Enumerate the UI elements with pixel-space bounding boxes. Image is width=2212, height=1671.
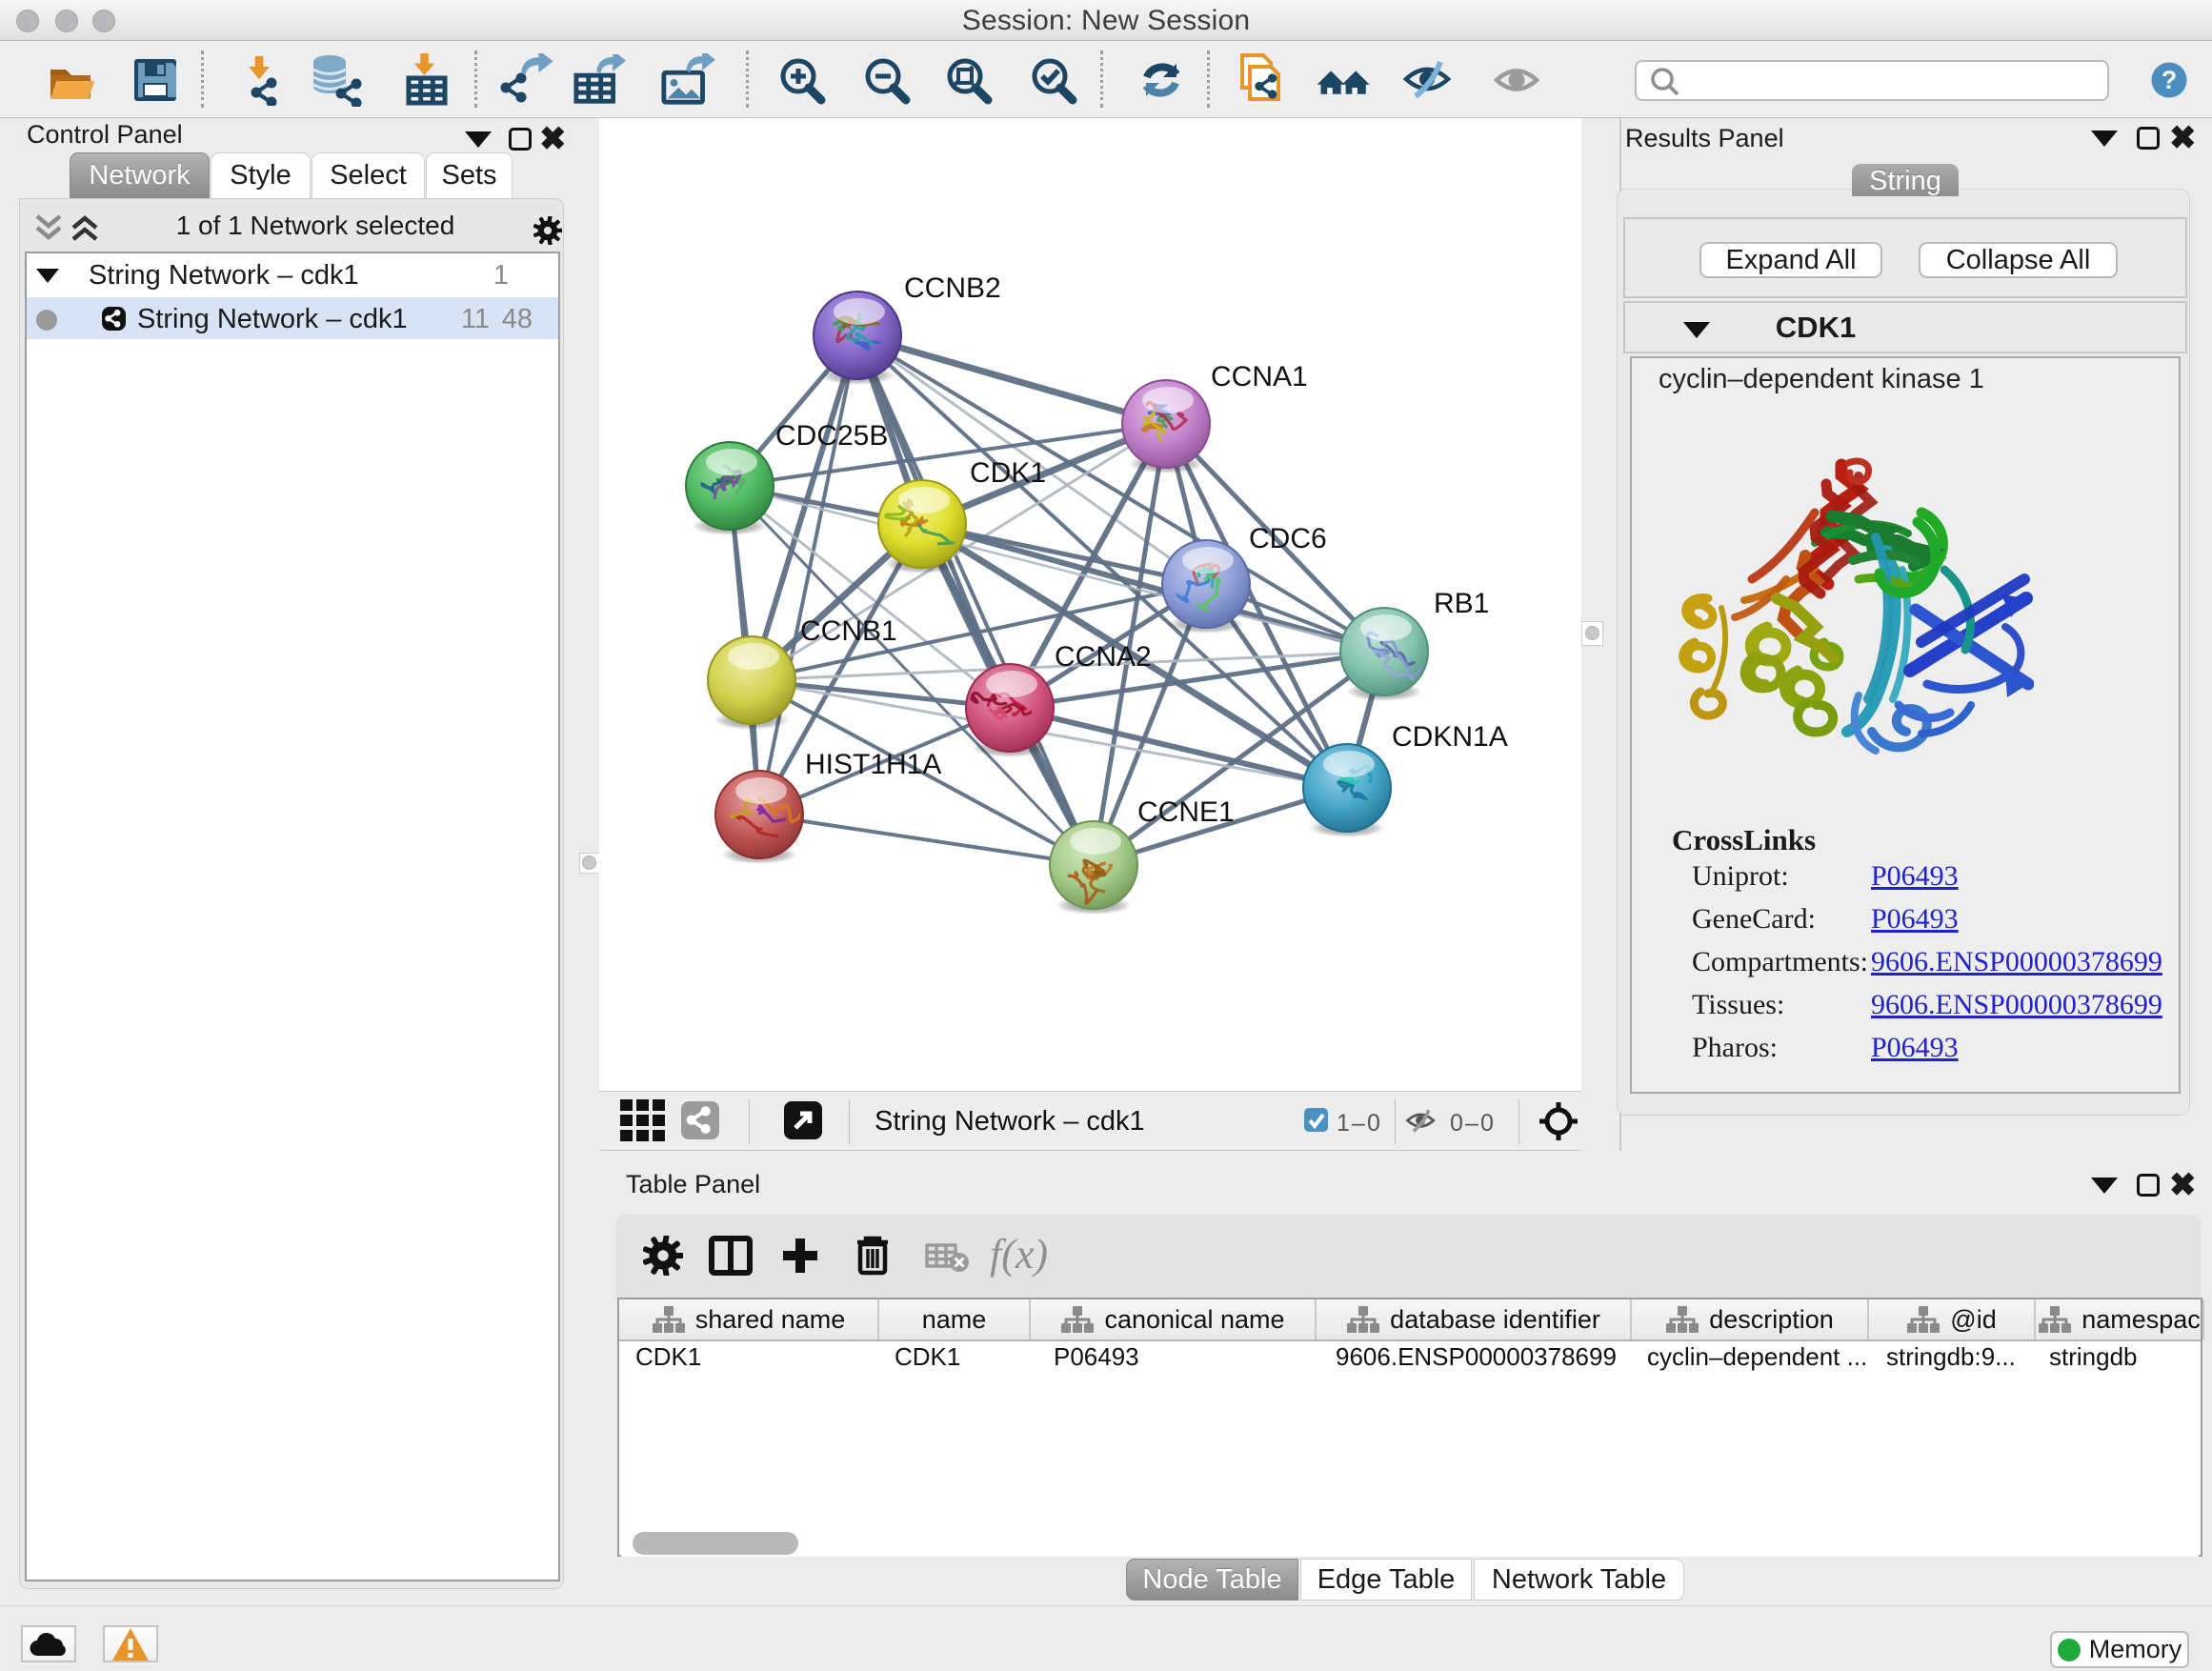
svg-text:?: ? (2162, 66, 2178, 94)
svg-text:CCNB2: CCNB2 (904, 272, 1001, 304)
svg-text:CCNA1: CCNA1 (1211, 361, 1308, 393)
svg-text:CCNA2: CCNA2 (1055, 641, 1152, 673)
svg-text:CDC6: CDC6 (1249, 523, 1327, 554)
svg-text:RB1: RB1 (1434, 588, 1489, 619)
svg-text:CDKN1A: CDKN1A (1392, 721, 1508, 753)
svg-text:CCNB1: CCNB1 (800, 615, 897, 647)
svg-text:CDK1: CDK1 (970, 457, 1046, 489)
svg-text:CCNE1: CCNE1 (1137, 796, 1235, 828)
svg-text:HIST1H1A: HIST1H1A (805, 749, 941, 780)
svg-text:CDC25B: CDC25B (775, 420, 888, 452)
